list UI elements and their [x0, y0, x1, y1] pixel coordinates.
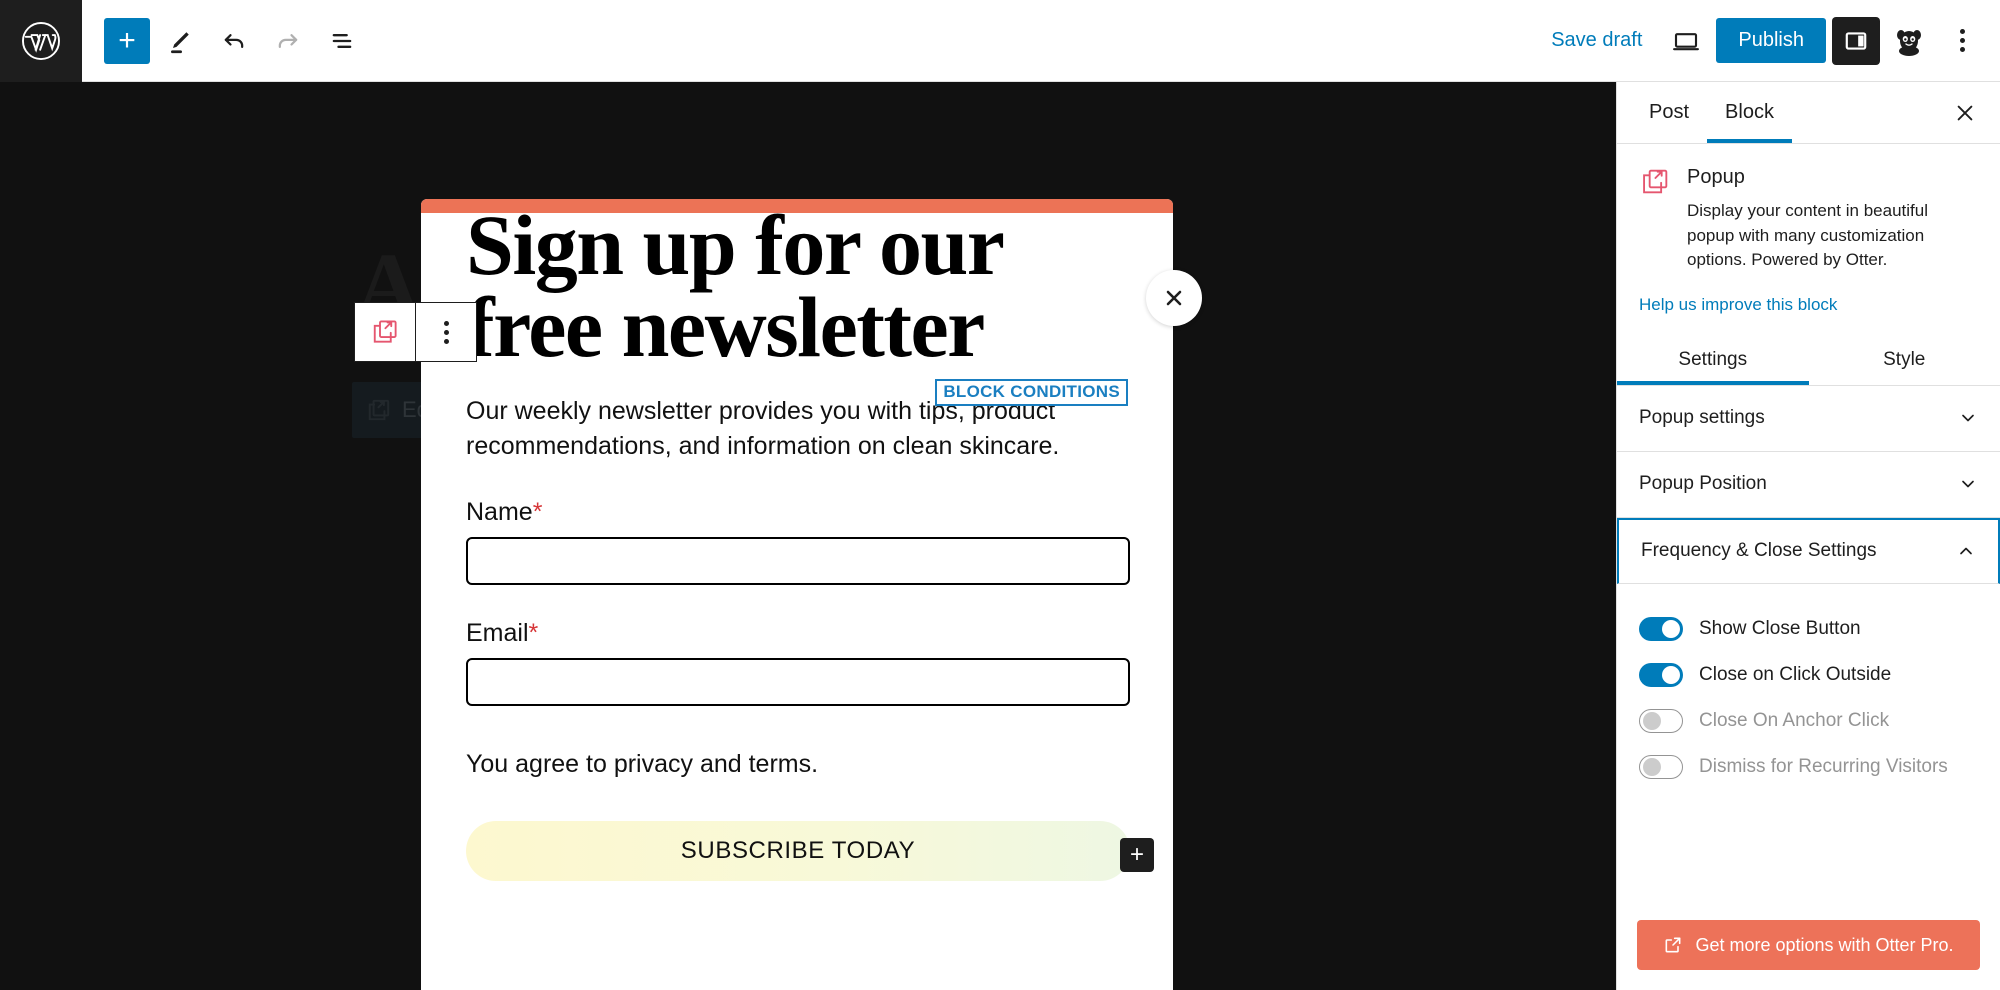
kebab-menu-icon[interactable] — [1938, 17, 1986, 65]
popup-block-icon — [1643, 169, 1668, 194]
toggle-row-show-close-button[interactable]: Show Close Button — [1639, 606, 1978, 652]
panel-popup-settings[interactable]: Popup settings — [1617, 385, 2000, 452]
email-input[interactable] — [466, 658, 1130, 707]
top-bar-right-actions: Save draft Publish — [1537, 16, 2000, 65]
email-field-label: Email* — [466, 619, 1128, 648]
publish-button[interactable]: Publish — [1716, 18, 1826, 63]
name-input[interactable] — [466, 537, 1130, 586]
editor-canvas: ABC NEWSLE Edit Sign up for our free new… — [0, 82, 1616, 990]
redo-icon[interactable] — [264, 17, 312, 65]
toggle-row-close-on-click-outside[interactable]: Close on Click Outside — [1639, 652, 1978, 698]
toggle-knob — [1662, 619, 1680, 638]
popup-inner-content: Sign up for our free newsletter BLOCK CO… — [421, 202, 1173, 990]
panel-frequency-close-settings[interactable]: Frequency & Close Settings — [1617, 517, 2000, 584]
block-conditions-badge: BLOCK CONDITIONS — [935, 379, 1128, 406]
privacy-note: You agree to privacy and terms. — [466, 750, 819, 779]
chevron-down-icon — [1962, 481, 1974, 488]
name-field-label: Name* — [466, 498, 1128, 527]
toggle-show-close-button-label: Show Close Button — [1699, 617, 1861, 639]
frequency-close-toggle-list: Show Close Button Close on Click Outside… — [1617, 584, 2000, 800]
save-draft-button[interactable]: Save draft — [1537, 21, 1656, 60]
tab-block[interactable]: Block — [1707, 82, 1792, 143]
panel-frequency-close-settings-label: Frequency & Close Settings — [1641, 540, 1877, 562]
block-settings-sidebar: Post Block Popup Display your content in… — [1616, 82, 2000, 990]
block-info-title: Popup — [1687, 166, 1745, 188]
panel-popup-settings-label: Popup settings — [1639, 407, 1765, 429]
toggle-dismiss-recurring-visitors[interactable] — [1639, 754, 1683, 779]
list-view-icon[interactable] — [318, 17, 366, 65]
subtab-settings[interactable]: Settings — [1617, 335, 1809, 385]
panel-popup-position-label: Popup Position — [1639, 473, 1767, 495]
popup-title[interactable]: Sign up for our free newsletter — [466, 202, 1086, 370]
plus-icon: + — [118, 23, 136, 57]
name-required-marker: * — [532, 498, 543, 527]
add-block-button[interactable]: + — [104, 17, 150, 64]
toggle-dismiss-recurring-visitors-label: Dismiss for Recurring Visitors — [1699, 755, 1948, 777]
otter-pro-wrapper: Get more options with Otter Pro. — [1617, 904, 2000, 990]
popup-close-button[interactable] — [1146, 270, 1202, 326]
toggle-close-on-anchor-click[interactable] — [1639, 708, 1683, 733]
get-otter-pro-button[interactable]: Get more options with Otter Pro. — [1637, 920, 1980, 970]
block-options-button[interactable] — [416, 303, 476, 361]
block-appender-button[interactable]: + — [1120, 838, 1154, 873]
settings-sidebar-icon[interactable] — [1832, 16, 1880, 65]
toggle-show-close-button[interactable] — [1639, 616, 1683, 641]
external-link-icon — [1665, 937, 1681, 953]
popup-block-preview[interactable]: Sign up for our free newsletter BLOCK CO… — [421, 199, 1173, 990]
kebab-menu-icon — [443, 320, 449, 344]
block-toolbar — [354, 302, 477, 362]
sidebar-close-button[interactable] — [1944, 92, 1986, 134]
panel-popup-position[interactable]: Popup Position — [1617, 451, 2000, 518]
chevron-up-icon — [1960, 548, 1972, 555]
block-type-button[interactable] — [355, 303, 415, 361]
chevron-down-icon — [1962, 415, 1974, 422]
toggle-knob — [1643, 757, 1661, 776]
editor-top-bar: + Save draft Publish — [0, 0, 2000, 82]
subscribe-button[interactable]: SUBSCRIBE TODAY — [466, 821, 1130, 882]
sidebar-subtab-bar: Settings Style — [1617, 335, 2000, 386]
name-field-label-text: Name — [466, 498, 533, 527]
get-otter-pro-label: Get more options with Otter Pro. — [1695, 934, 1954, 955]
toggle-row-close-on-anchor-click[interactable]: Close On Anchor Click — [1639, 698, 1978, 744]
subscribe-row: SUBSCRIBE TODAY + — [466, 821, 1154, 882]
email-field-label-text: Email — [466, 619, 529, 648]
subtab-style[interactable]: Style — [1809, 335, 2000, 385]
sidebar-tab-bar: Post Block — [1617, 82, 2000, 144]
desktop-preview-icon[interactable] — [1662, 17, 1710, 65]
top-bar-left-tools: + — [82, 17, 366, 65]
edit-tools-icon[interactable] — [156, 17, 204, 65]
toggle-close-on-anchor-click-label: Close On Anchor Click — [1699, 709, 1890, 731]
avatar[interactable] — [1886, 18, 1932, 64]
popup-block-icon — [373, 320, 397, 343]
toggle-knob — [1662, 665, 1680, 684]
email-required-marker: * — [528, 619, 539, 648]
toggle-knob — [1643, 711, 1661, 730]
kebab-dots — [1959, 29, 1965, 52]
block-info: Popup Display your content in beautiful … — [1617, 144, 2000, 279]
popup-block-icon — [368, 399, 390, 421]
toggle-row-dismiss-recurring-visitors[interactable]: Dismiss for Recurring Visitors — [1639, 744, 1978, 790]
toggle-close-on-click-outside[interactable] — [1639, 662, 1683, 687]
block-info-text: Popup Display your content in beautiful … — [1687, 166, 1978, 273]
block-info-description: Display your content in beautiful popup … — [1687, 201, 1928, 270]
undo-icon[interactable] — [210, 17, 258, 65]
close-x-icon — [1957, 105, 1973, 120]
help-improve-block-link[interactable]: Help us improve this block — [1617, 279, 2000, 335]
tab-post[interactable]: Post — [1631, 82, 1707, 143]
toggle-close-on-click-outside-label: Close on Click Outside — [1699, 663, 1892, 685]
close-x-icon — [1166, 290, 1182, 306]
wordpress-logo-icon[interactable] — [0, 0, 82, 82]
